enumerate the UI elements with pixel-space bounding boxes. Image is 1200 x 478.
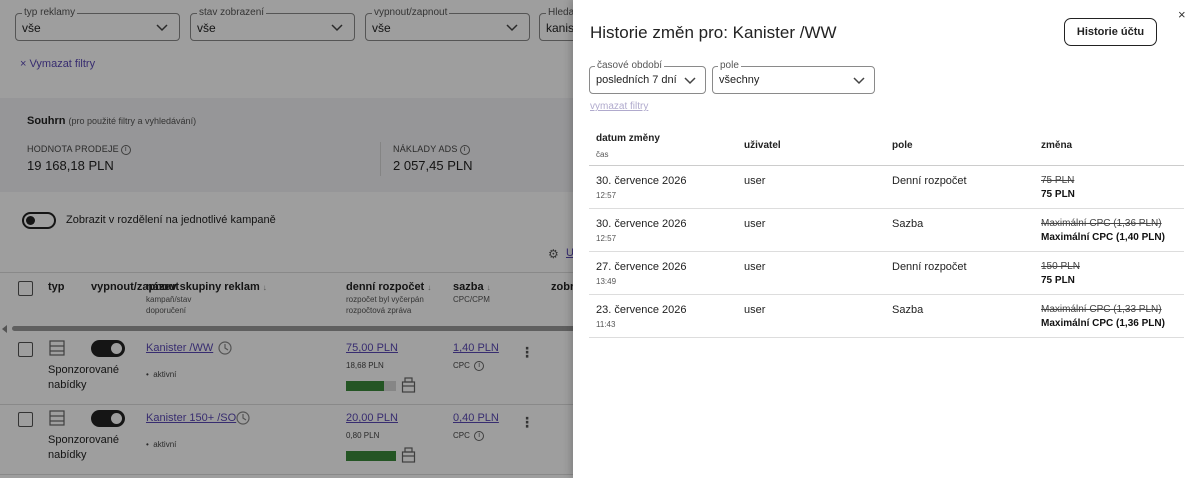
history-row: 23. července 2026 11:43 user Sazba Maxim… xyxy=(589,295,1184,338)
col-change: změna xyxy=(1041,140,1073,151)
chevron-down-icon xyxy=(684,77,696,85)
field-select-value: všechny xyxy=(719,74,760,86)
history-time: 11:43 xyxy=(596,320,616,329)
history-user: user xyxy=(744,218,766,230)
clear-filters-link[interactable]: vymazat filtry xyxy=(590,101,648,112)
history-date: 30. července 2026 xyxy=(596,175,687,187)
history-row: 30. července 2026 12:57 user Sazba Maxim… xyxy=(589,209,1184,252)
history-user: user xyxy=(744,175,766,187)
col-user: uživatel xyxy=(744,140,781,151)
history-date: 30. července 2026 xyxy=(596,218,687,230)
history-date: 27. července 2026 xyxy=(596,261,687,273)
history-field: Sazba xyxy=(892,218,924,230)
history-new-value: Maximální CPC (1,36 PLN) xyxy=(1041,318,1165,329)
close-icon[interactable]: × xyxy=(1178,7,1186,22)
history-user: user xyxy=(744,261,766,273)
modal-backdrop[interactable] xyxy=(0,0,573,478)
history-new-value: 75 PLN xyxy=(1041,275,1075,286)
history-table: datum změny čas uživatel pole změna 30. … xyxy=(589,124,1184,338)
drawer-title: Historie změn pro: Kanister /WW xyxy=(590,23,837,42)
history-row: 27. července 2026 13:49 user Denní rozpo… xyxy=(589,252,1184,295)
change-history-drawer: × Historie změn pro: Kanister /WW Histor… xyxy=(573,0,1200,478)
period-select[interactable]: časové období posledních 7 dní xyxy=(589,60,706,94)
history-field: Denní rozpočet xyxy=(892,261,967,273)
col-date: datum změny xyxy=(596,133,660,144)
history-row: 30. července 2026 12:57 user Denní rozpo… xyxy=(589,166,1184,209)
history-user: user xyxy=(744,304,766,316)
history-old-value: 150 PLN xyxy=(1041,261,1080,272)
period-select-label: časové období xyxy=(595,60,665,72)
history-table-header: datum změny čas uživatel pole změna xyxy=(589,124,1184,166)
history-date: 23. července 2026 xyxy=(596,304,687,316)
history-field: Denní rozpočet xyxy=(892,175,967,187)
col-time: čas xyxy=(596,150,609,159)
chevron-down-icon xyxy=(853,77,865,85)
field-select-label: pole xyxy=(718,60,741,72)
history-time: 12:57 xyxy=(596,234,617,243)
history-new-value: 75 PLN xyxy=(1041,189,1075,200)
history-field: Sazba xyxy=(892,304,924,316)
history-time: 12:57 xyxy=(596,191,617,200)
col-field: pole xyxy=(892,140,913,151)
history-old-value: Maximální CPC (1,33 PLN) xyxy=(1041,304,1162,315)
history-new-value: Maximální CPC (1,40 PLN) xyxy=(1041,232,1165,243)
history-time: 13:49 xyxy=(596,277,617,286)
account-history-button[interactable]: Historie účtu xyxy=(1064,18,1157,46)
history-old-value: Maximální CPC (1,36 PLN) xyxy=(1041,218,1162,229)
field-select[interactable]: pole všechny xyxy=(712,60,875,94)
period-select-value: posledních 7 dní xyxy=(596,74,677,86)
history-old-value: 75 PLN xyxy=(1041,175,1075,186)
